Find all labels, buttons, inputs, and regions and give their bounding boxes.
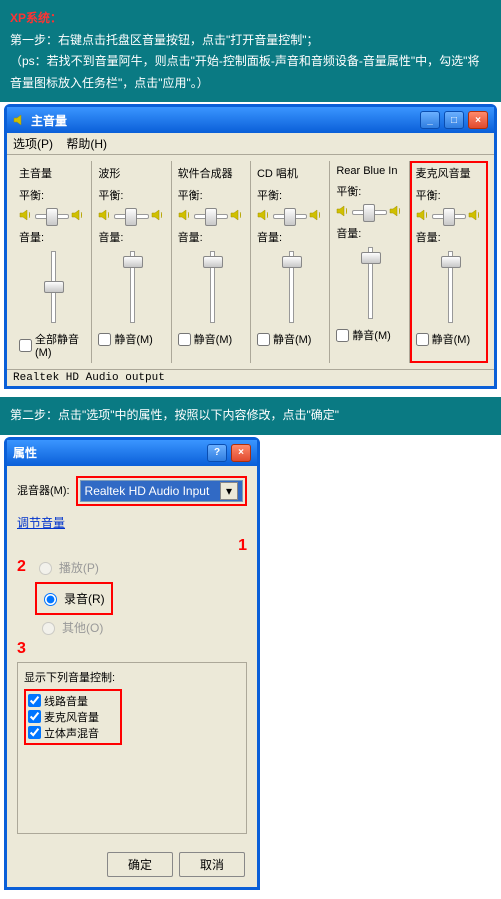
- volume-slider[interactable]: [119, 251, 143, 323]
- ps-text: （ps：若找不到音量阿牛，则点击"开始-控制面板-声音和音频设备-音量属性"中，…: [10, 51, 491, 94]
- channel-4: Rear Blue In 平衡: 音量: 静音(M): [330, 161, 409, 363]
- volume-slider[interactable]: [437, 251, 461, 323]
- balance-label: 平衡:: [257, 187, 323, 203]
- help-button[interactable]: ?: [207, 444, 227, 462]
- volume-slider[interactable]: [357, 247, 381, 319]
- volume-control-item[interactable]: 麦克风音量: [28, 709, 118, 725]
- marker-1: 1: [238, 537, 247, 555]
- radio-other: 其他(O): [37, 619, 247, 636]
- marker-2: 2: [17, 558, 26, 576]
- balance-label: 平衡:: [336, 183, 402, 199]
- volume-controls-fieldset: 显示下列音量控制: 线路音量麦克风音量立体声混音: [17, 662, 247, 834]
- volume-control-item[interactable]: 线路音量: [28, 693, 118, 709]
- mute-checkbox[interactable]: 静音(M): [336, 327, 402, 343]
- menu-help[interactable]: 帮助(H): [66, 137, 107, 151]
- balance-label: 平衡:: [178, 187, 244, 203]
- channel-name: 软件合成器: [178, 165, 244, 181]
- channel-name: 波形: [98, 165, 164, 181]
- system-label: XP系统：: [10, 8, 491, 30]
- balance-label: 平衡:: [98, 187, 164, 203]
- list-label: 显示下列音量控制:: [24, 669, 240, 685]
- marker-3: 3: [17, 640, 26, 657]
- channel-name: 主音量: [19, 165, 85, 181]
- minimize-button[interactable]: _: [420, 111, 440, 129]
- volume-slider[interactable]: [278, 251, 302, 323]
- maximize-button[interactable]: □: [444, 111, 464, 129]
- volume-label: 音量:: [336, 225, 402, 241]
- balance-slider[interactable]: [114, 205, 148, 225]
- chevron-down-icon[interactable]: ▾: [220, 482, 238, 500]
- mute-checkbox[interactable]: 静音(M): [416, 331, 482, 347]
- mixer-dropdown-highlight: Realtek HD Audio Input ▾: [76, 476, 247, 506]
- volume-label: 音量:: [416, 229, 482, 245]
- volume-label: 音量:: [98, 229, 164, 245]
- titlebar[interactable]: 主音量 _ □ ×: [7, 107, 494, 133]
- checklist-highlight: 线路音量麦克风音量立体声混音: [24, 689, 122, 745]
- step2-text: 第二步：点击"选项"中的属性，按照以下内容修改，点击"确定": [10, 408, 339, 422]
- balance-slider[interactable]: [273, 205, 307, 225]
- status-bar: Realtek HD Audio output: [7, 369, 494, 386]
- mute-checkbox[interactable]: 静音(M): [178, 331, 244, 347]
- adjust-volume-link[interactable]: 调节音量: [17, 514, 65, 531]
- volume-control-item[interactable]: 立体声混音: [28, 725, 118, 741]
- instruction-block-2: 第二步：点击"选项"中的属性，按照以下内容修改，点击"确定": [0, 397, 501, 435]
- mixer-dropdown[interactable]: Realtek HD Audio Input ▾: [80, 480, 243, 502]
- balance-label: 平衡:: [416, 187, 482, 203]
- volume-label: 音量:: [257, 229, 323, 245]
- mute-checkbox[interactable]: 静音(M): [257, 331, 323, 347]
- instruction-block-1: XP系统： 第一步：右键点击托盘区音量按钮，点击"打开音量控制"； （ps：若找…: [0, 0, 501, 102]
- channel-2: 软件合成器平衡: 音量: 静音(M): [172, 161, 251, 363]
- titlebar[interactable]: 属性 ? ×: [7, 440, 257, 466]
- channel-0: 主音量平衡: 音量: 全部静音(M): [13, 161, 92, 363]
- channel-5: 麦克风音量平衡: 音量: 静音(M): [410, 161, 488, 363]
- mute-checkbox[interactable]: 静音(M): [98, 331, 164, 347]
- menubar: 选项(P) 帮助(H): [7, 133, 494, 155]
- volume-mixer-window: 主音量 _ □ × 选项(P) 帮助(H) 主音量平衡:音量:全部静音(M)波形…: [4, 104, 497, 389]
- app-icon: [13, 114, 27, 126]
- channel-name: 麦克风音量: [416, 165, 482, 181]
- volume-slider[interactable]: [199, 251, 223, 323]
- window-title: 属性: [13, 444, 37, 461]
- radio-record[interactable]: 录音(R): [39, 590, 109, 607]
- mixer-value: Realtek HD Audio Input: [85, 484, 210, 498]
- volume-label: 音量:: [19, 229, 85, 245]
- balance-slider[interactable]: [194, 205, 228, 225]
- balance-slider[interactable]: [352, 201, 386, 221]
- channel-name: CD 唱机: [257, 165, 323, 181]
- cancel-button[interactable]: 取消: [179, 852, 245, 877]
- balance-label: 平衡:: [19, 187, 85, 203]
- ok-button[interactable]: 确定: [107, 852, 173, 877]
- channel-name: Rear Blue In: [336, 165, 402, 177]
- radio-play: 播放(P): [34, 559, 99, 576]
- mixer-channels: 主音量平衡:音量:全部静音(M)波形平衡:音量:静音(M)软件合成器平衡:音量:…: [13, 161, 488, 363]
- close-button[interactable]: ×: [231, 444, 251, 462]
- channel-1: 波形平衡: 音量: 静音(M): [92, 161, 171, 363]
- step1-text: 第一步：右键点击托盘区音量按钮，点击"打开音量控制"；: [10, 30, 491, 52]
- record-radio-highlight: 录音(R): [35, 582, 113, 615]
- menu-options[interactable]: 选项(P): [13, 137, 53, 151]
- volume-label: 音量:: [178, 229, 244, 245]
- channel-3: CD 唱机平衡: 音量: 静音(M): [251, 161, 330, 363]
- button-row: 确定 取消: [7, 842, 257, 887]
- window-title: 主音量: [31, 112, 67, 129]
- balance-slider[interactable]: [432, 205, 466, 225]
- close-button[interactable]: ×: [468, 111, 488, 129]
- volume-slider[interactable]: [40, 251, 64, 323]
- mixer-label: 混音器(M):: [17, 482, 70, 498]
- balance-slider[interactable]: [35, 205, 69, 225]
- mute-all-checkbox[interactable]: 全部静音(M): [19, 331, 85, 359]
- properties-window: 属性 ? × 混音器(M): Realtek HD Audio Input ▾ …: [4, 437, 260, 890]
